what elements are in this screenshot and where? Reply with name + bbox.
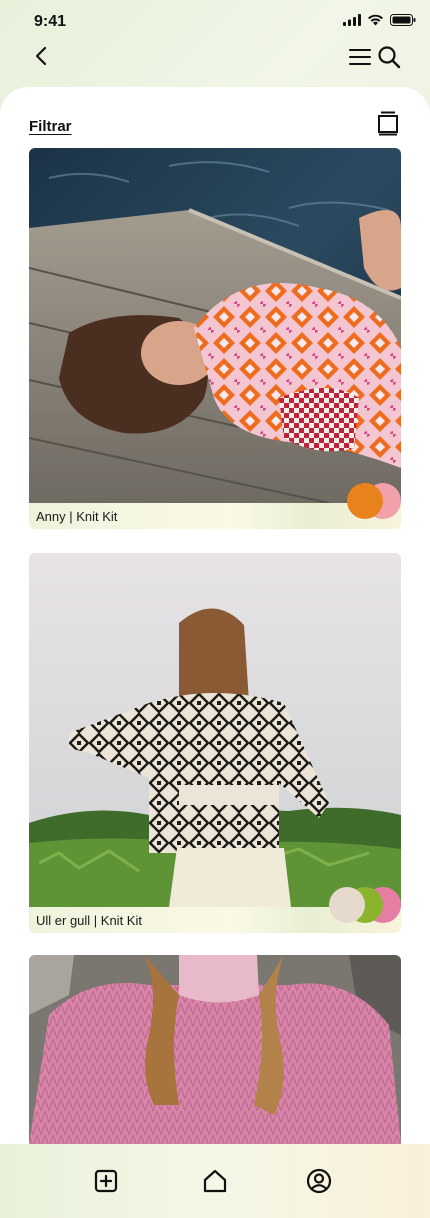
product-label-bar: Anny | Knit Kit	[29, 503, 401, 529]
color-swatch[interactable]	[329, 887, 365, 923]
back-icon[interactable]	[30, 44, 54, 68]
menu-icon[interactable]	[348, 45, 372, 69]
status-bar: 9:41	[0, 0, 430, 44]
search-icon[interactable]	[376, 44, 402, 70]
status-icons	[343, 14, 416, 26]
signal-icon	[343, 14, 361, 26]
layout-toggle-icon[interactable]	[376, 110, 400, 136]
product-title: Ull er gull | Knit Kit	[36, 913, 142, 928]
profile-icon[interactable]	[306, 1168, 332, 1194]
nav-bar	[0, 40, 430, 74]
product-image	[29, 553, 401, 907]
filter-link[interactable]: Filtrar	[29, 118, 72, 135]
tab-bar	[0, 1144, 430, 1218]
color-swatch[interactable]	[347, 483, 383, 519]
add-icon[interactable]	[93, 1168, 119, 1194]
product-image	[29, 955, 401, 1144]
wifi-icon	[368, 14, 383, 26]
product-title: Anny | Knit Kit	[36, 509, 118, 524]
product-card[interactable]: Ull er gull | Knit Kit	[29, 553, 401, 933]
product-card[interactable]	[29, 955, 401, 1144]
battery-icon	[390, 14, 416, 26]
home-icon[interactable]	[202, 1168, 228, 1194]
status-time: 9:41	[34, 13, 67, 30]
product-image	[29, 148, 401, 503]
product-card[interactable]: Anny | Knit Kit	[29, 148, 401, 529]
